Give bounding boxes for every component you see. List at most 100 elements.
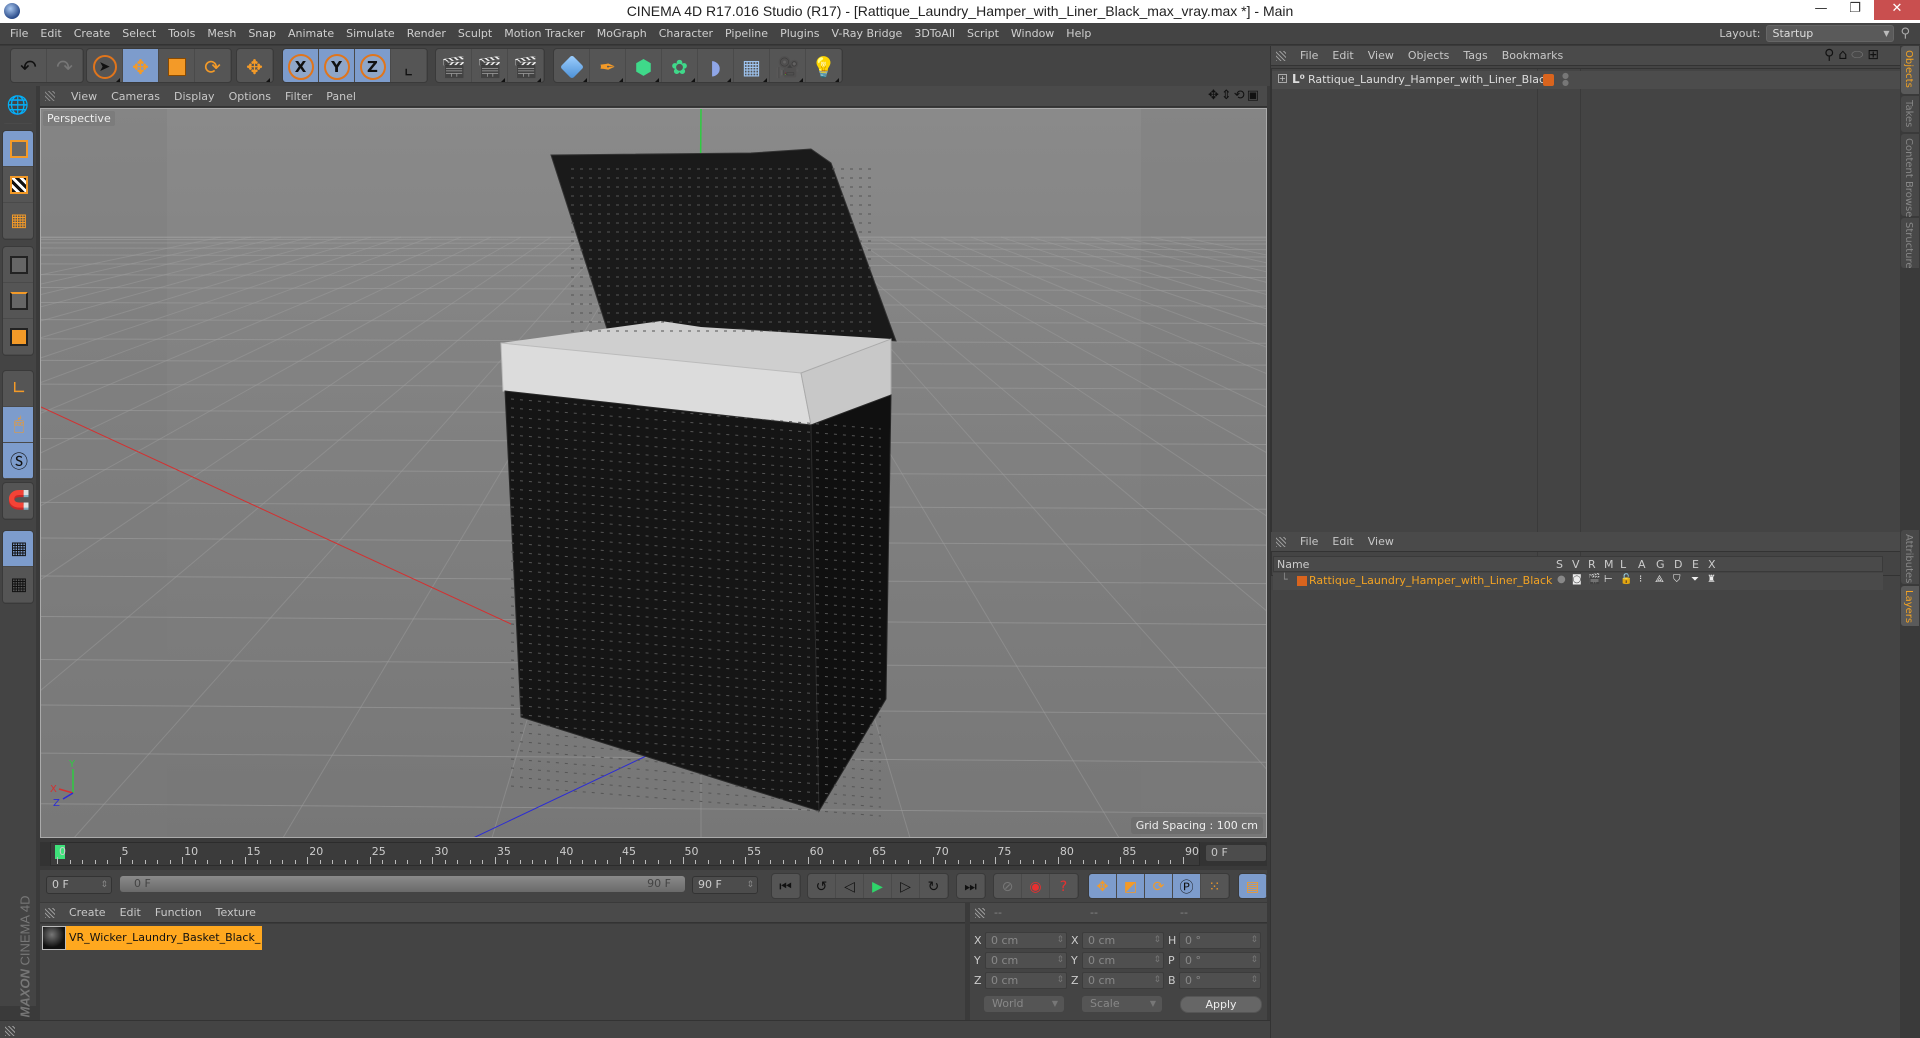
menu-simulate[interactable]: Simulate — [340, 23, 401, 45]
panel-grip[interactable] — [45, 908, 55, 918]
next-key-icon[interactable]: ↻ — [920, 874, 948, 898]
size-z-field[interactable]: 0 cm — [1082, 972, 1164, 989]
menu-mesh[interactable]: Mesh — [201, 23, 242, 45]
live-selection-icon[interactable]: ➤ — [87, 49, 123, 82]
col-expressions[interactable]: E — [1692, 558, 1699, 571]
workplane-align-icon[interactable]: ▦ — [3, 567, 33, 603]
material-item[interactable]: VR_Wicker_Laundry_Basket_Black_ — [42, 926, 263, 950]
keyframe-param-icon[interactable]: Ⓟ — [1173, 874, 1201, 898]
size-x-field[interactable]: 0 cm — [1082, 932, 1164, 949]
texture-mode-icon[interactable] — [3, 167, 33, 203]
solo-toggle-icon[interactable]: ● — [1557, 574, 1566, 585]
xref-toggle-icon[interactable]: ♜ — [1707, 574, 1716, 585]
col-manager[interactable]: M — [1604, 558, 1614, 571]
floor-icon[interactable]: ▦ — [734, 49, 770, 82]
expand-icon[interactable]: + — [1278, 74, 1287, 83]
visibility-dots-icon[interactable]: ● ● — [1562, 72, 1569, 87]
objects-menu-view[interactable]: View — [1361, 46, 1401, 66]
coordinate-system-icon[interactable]: ⌞ — [391, 49, 427, 82]
3d-viewport[interactable]: Y X Z Perspective Grid Spacing : 100 cm — [40, 108, 1267, 838]
col-animation[interactable]: A — [1638, 558, 1646, 571]
subdivision-icon[interactable]: ⬢ — [626, 49, 662, 82]
move-icon[interactable]: ✥ — [123, 49, 159, 82]
layers-menu-file[interactable]: File — [1293, 532, 1325, 552]
menu-motion-tracker[interactable]: Motion Tracker — [498, 23, 590, 45]
current-frame-field[interactable]: 0 F — [1205, 844, 1267, 862]
layer-color-tag[interactable] — [1543, 74, 1554, 86]
menu-tools[interactable]: Tools — [162, 23, 201, 45]
coordinate-space-dropdown[interactable]: World — [984, 996, 1064, 1012]
layer-name[interactable]: Rattique_Laundry_Hamper_with_Liner_Black — [1309, 574, 1552, 587]
viewport-menu-panel[interactable]: Panel — [319, 86, 363, 107]
menu-edit[interactable]: Edit — [34, 23, 67, 45]
tab-attributes[interactable]: Attributes — [1901, 530, 1919, 584]
menu-window[interactable]: Window — [1005, 23, 1060, 45]
menu-sculpt[interactable]: Sculpt — [452, 23, 498, 45]
workplane-lock-icon[interactable]: ▦ — [3, 531, 33, 567]
layers-menu-view[interactable]: View — [1361, 532, 1401, 552]
viewport-menu-filter[interactable]: Filter — [278, 86, 319, 107]
render-picture-viewer-icon[interactable]: 🎬 — [472, 49, 508, 82]
model-mode-icon[interactable] — [3, 131, 33, 167]
generators-toggle-icon[interactable]: ⟁ — [1655, 574, 1664, 585]
col-visible[interactable]: V — [1572, 558, 1580, 571]
search-icon[interactable]: ⚲ — [1900, 26, 1910, 41]
material-menu-create[interactable]: Create — [62, 903, 113, 923]
frame-range-slider[interactable]: 0 F 90 F — [120, 876, 685, 892]
size-mode-dropdown[interactable]: Scale — [1082, 996, 1162, 1012]
menu-pipeline[interactable]: Pipeline — [719, 23, 774, 45]
pan-icon[interactable]: ✥ — [1208, 88, 1221, 103]
col-render[interactable]: R — [1588, 558, 1596, 571]
menu-plugins[interactable]: Plugins — [774, 23, 825, 45]
menu-file[interactable]: File — [4, 23, 34, 45]
y-axis-icon[interactable]: Y — [319, 49, 355, 82]
axis-mode-icon[interactable]: ∟ — [3, 371, 33, 407]
menu-vray-bridge[interactable]: V-Ray Bridge — [825, 23, 908, 45]
camera-icon[interactable]: 🎥 — [770, 49, 806, 82]
size-y-field[interactable]: 0 cm — [1082, 952, 1164, 969]
next-frame-icon[interactable]: ▷ — [892, 874, 920, 898]
rotation-b-field[interactable]: 0 ° — [1179, 972, 1261, 989]
toggle-view-icon[interactable]: ▣ — [1247, 88, 1261, 103]
edit-render-settings-icon[interactable]: 🎬 — [508, 49, 544, 82]
close-button[interactable]: ✕ — [1874, 0, 1920, 20]
panel-grip[interactable] — [45, 91, 55, 101]
deformer-icon[interactable]: ◗ — [698, 49, 734, 82]
light-icon[interactable]: 💡 — [806, 49, 842, 82]
objects-menu-file[interactable]: File — [1293, 46, 1325, 66]
go-to-start-icon[interactable]: ⏮ — [772, 874, 800, 898]
menu-create[interactable]: Create — [68, 23, 117, 45]
lock-toggle-icon[interactable]: 🔓 — [1620, 574, 1632, 585]
animation-toggle-icon[interactable]: ⁝ — [1639, 574, 1642, 585]
objects-menu-bookmarks[interactable]: Bookmarks — [1495, 46, 1570, 66]
end-frame-field[interactable]: 90 F ⇕ — [692, 876, 758, 894]
expressions-toggle-icon[interactable]: ⏷ — [1691, 574, 1699, 585]
previous-key-icon[interactable]: ↺ — [808, 874, 836, 898]
rotate-icon[interactable]: ⟳ — [195, 49, 231, 82]
scale-icon[interactable] — [159, 49, 195, 82]
go-to-end-icon[interactable]: ⏭ — [957, 874, 985, 898]
deformers-toggle-icon[interactable]: ⛉ — [1673, 574, 1681, 585]
make-editable-icon[interactable]: 🌐 — [2, 88, 34, 124]
layer-row[interactable]: └ Rattique_Laundry_Hamper_with_Liner_Bla… — [1273, 573, 1883, 590]
menu-select[interactable]: Select — [116, 23, 162, 45]
menu-3dtoall[interactable]: 3DToAll — [908, 23, 961, 45]
previous-frame-icon[interactable]: ◁ — [836, 874, 864, 898]
keyframe-pla-icon[interactable]: ⁙ — [1201, 874, 1229, 898]
timeline-icon[interactable]: ▤ — [1239, 874, 1267, 898]
tab-takes[interactable]: Takes — [1901, 96, 1919, 132]
panel-grip[interactable] — [5, 1026, 15, 1036]
timeline-ruler[interactable]: 0 5 10 15 20 25 30 35 40 45 50 55 60 65 70 75 80 85 90 — [50, 842, 1200, 866]
record-off-icon[interactable]: ⊘ — [994, 874, 1022, 898]
objects-menu-edit[interactable]: Edit — [1325, 46, 1360, 66]
tab-content-browser[interactable]: Content Browser — [1901, 134, 1919, 221]
menu-animate[interactable]: Animate — [282, 23, 340, 45]
rotation-h-field[interactable]: 0 ° — [1179, 932, 1261, 949]
record-icon[interactable]: ◉ — [1022, 874, 1050, 898]
col-deformers[interactable]: D — [1674, 558, 1682, 571]
visible-toggle-icon[interactable]: ◙ — [1572, 574, 1582, 585]
keyframe-position-icon[interactable]: ✥ — [1089, 874, 1117, 898]
cube-icon[interactable] — [554, 49, 590, 82]
minimize-button[interactable]: — — [1804, 0, 1838, 20]
panel-grip[interactable] — [1276, 51, 1286, 61]
